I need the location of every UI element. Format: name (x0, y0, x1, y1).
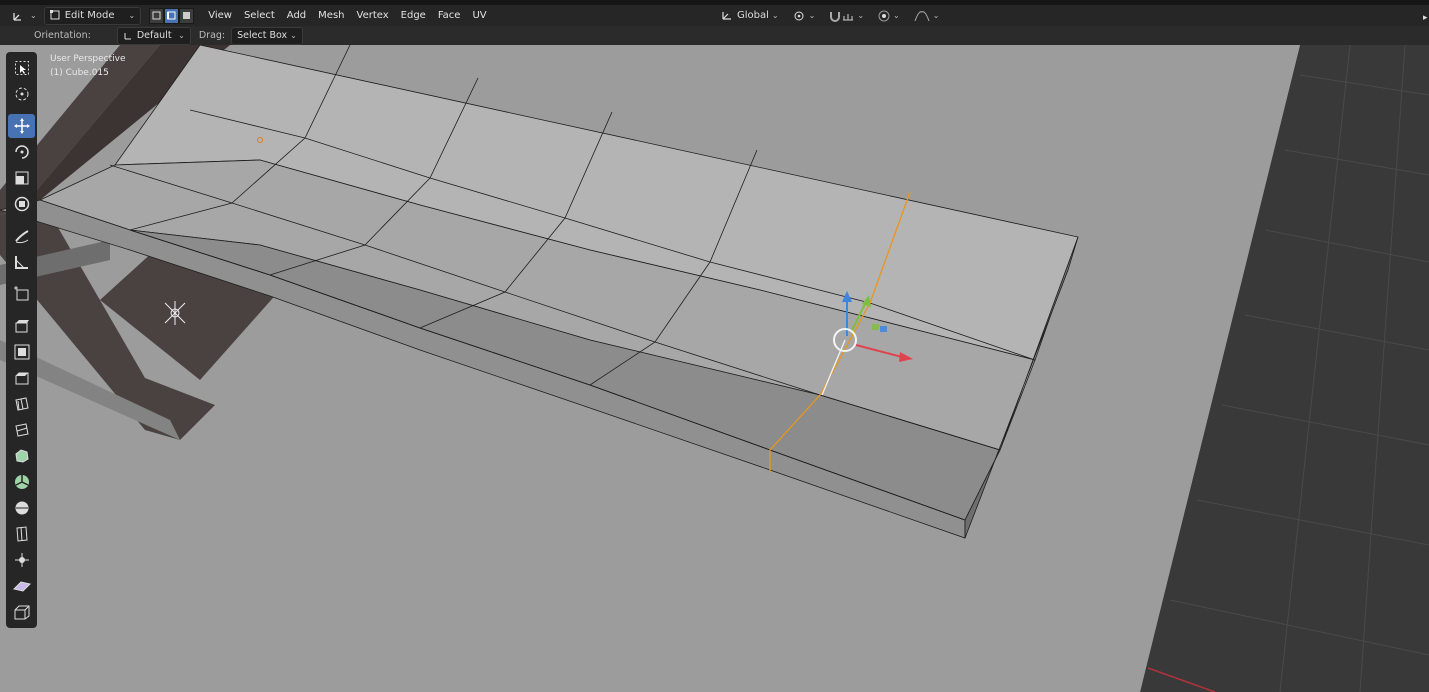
bevel-icon (15, 372, 28, 385)
tool-smooth[interactable] (8, 496, 35, 520)
tool-knife[interactable] (8, 418, 35, 442)
pivot-icon (794, 11, 804, 20)
tool-rotate[interactable] (8, 140, 35, 164)
falloff-dropdown[interactable]: ⌄ (909, 8, 945, 24)
menu-mesh[interactable]: Mesh (312, 10, 350, 21)
transform-icon (14, 196, 29, 212)
menu-face[interactable]: Face (432, 10, 467, 21)
mode-dropdown[interactable]: Edit Mode ⌄ (43, 6, 142, 25)
mode-label: Edit Mode (64, 10, 115, 21)
gizmo-plane-handle-2[interactable] (880, 326, 887, 332)
header-menu: View Select Add Mesh Vertex Edge Face UV (202, 10, 492, 21)
tool-transform[interactable] (8, 192, 35, 216)
menu-select[interactable]: Select (238, 10, 281, 21)
annotate-icon (14, 230, 29, 244)
smooth-icon (15, 501, 28, 515)
rotate-icon (14, 145, 29, 159)
drag-value: Select Box (237, 30, 288, 41)
tool-inset-faces[interactable] (8, 340, 35, 364)
axes-icon (13, 12, 21, 21)
tool-spin[interactable] (8, 470, 35, 494)
orientation-value: Default (136, 30, 172, 41)
scale-icon (15, 171, 28, 185)
menu-uv[interactable]: UV (466, 10, 492, 21)
menu-edge[interactable]: Edge (395, 10, 432, 21)
tool-scale[interactable] (8, 166, 35, 190)
editor-type-button[interactable]: ⌄ (6, 8, 42, 24)
tool-shelf (6, 52, 37, 628)
tool-extrude-region[interactable] (8, 314, 35, 338)
face-select-icon (183, 12, 191, 19)
drag-label: Drag: (198, 30, 226, 41)
tool-rip-region[interactable] (8, 600, 35, 624)
shrink-fatten-icon (14, 553, 29, 567)
tool-shrink-fatten[interactable] (8, 548, 35, 572)
measure-icon (14, 256, 28, 269)
magnet-icon (830, 11, 841, 22)
global-orientation-icon (722, 12, 731, 20)
active-object-label: (1) Cube.015 (50, 68, 109, 78)
select-mode-group (149, 7, 195, 24)
edge-select-icon (167, 11, 176, 20)
snap-toggle[interactable]: ⌄ (824, 8, 869, 24)
tool-annotate[interactable] (8, 224, 35, 248)
proportional-edit-icon (878, 10, 890, 21)
orientation-label: Orientation: (34, 30, 91, 41)
knife-icon (14, 423, 29, 437)
pivot-point-dropdown[interactable]: ⌄ (788, 8, 821, 24)
viewport-info-overlay: User Perspective (1) Cube.015 (50, 52, 126, 80)
tool-shear[interactable] (8, 574, 35, 598)
edge-slide-icon (15, 526, 28, 542)
select-box-icon (14, 61, 29, 75)
tool-settings-header: Orientation: Default ⌄ Drag: Select Box ⌄ (0, 26, 1429, 45)
tool-edge-slide[interactable] (8, 522, 35, 546)
3d-viewport[interactable] (0, 45, 1429, 692)
viewport-header: ⌄ Edit Mode ⌄ View Select Add Mesh Vertex… (0, 5, 1429, 26)
edit-mode-icon (49, 10, 60, 20)
rip-region-icon (14, 605, 29, 620)
add-cube-icon (13, 286, 28, 301)
view-perspective-label: User Perspective (50, 54, 126, 64)
transform-orientation-label: Global (737, 10, 769, 21)
tool-select-box[interactable] (8, 56, 35, 80)
header-right-controls: Global ⌄ ⌄ ⌄ ⌄ ⌄ (716, 5, 944, 26)
gizmo-plane-handle[interactable] (872, 324, 879, 330)
tool-add-cube[interactable] (8, 282, 35, 306)
tool-loop-cut[interactable] (8, 392, 35, 416)
snap-increment-icon (843, 13, 854, 20)
edge-select-button[interactable] (164, 7, 180, 24)
tool-move[interactable] (8, 114, 35, 138)
move-icon (13, 118, 30, 134)
orientation-icon (124, 32, 131, 39)
shear-icon (12, 581, 31, 592)
extrude-region-icon (15, 320, 29, 333)
face-select-button[interactable] (179, 7, 195, 24)
cursor-icon (15, 87, 28, 101)
menu-vertex[interactable]: Vertex (351, 10, 395, 21)
orientation-dropdown[interactable]: Default ⌄ (116, 26, 191, 45)
header-edge-glyph: ▸ (1423, 13, 1428, 23)
tool-bevel[interactable] (8, 366, 35, 390)
viewport-scene[interactable] (0, 45, 1429, 692)
menu-view[interactable]: View (202, 10, 238, 21)
falloff-curve-icon (914, 10, 930, 21)
vertex-select-icon (152, 11, 161, 20)
transform-orientation-dropdown[interactable]: Global ⌄ (716, 8, 784, 24)
menu-add[interactable]: Add (281, 10, 312, 21)
vertex-select-button[interactable] (149, 7, 165, 24)
loop-cut-icon (14, 397, 29, 411)
proportional-edit-toggle[interactable]: ⌄ (873, 8, 905, 24)
drag-dropdown[interactable]: Select Box ⌄ (231, 26, 303, 45)
poly-build-icon (14, 449, 29, 463)
tool-cursor[interactable] (8, 82, 35, 106)
tool-poly-build[interactable] (8, 444, 35, 468)
spin-icon (14, 475, 29, 489)
inset-faces-icon (14, 344, 29, 360)
tool-measure[interactable] (8, 250, 35, 274)
